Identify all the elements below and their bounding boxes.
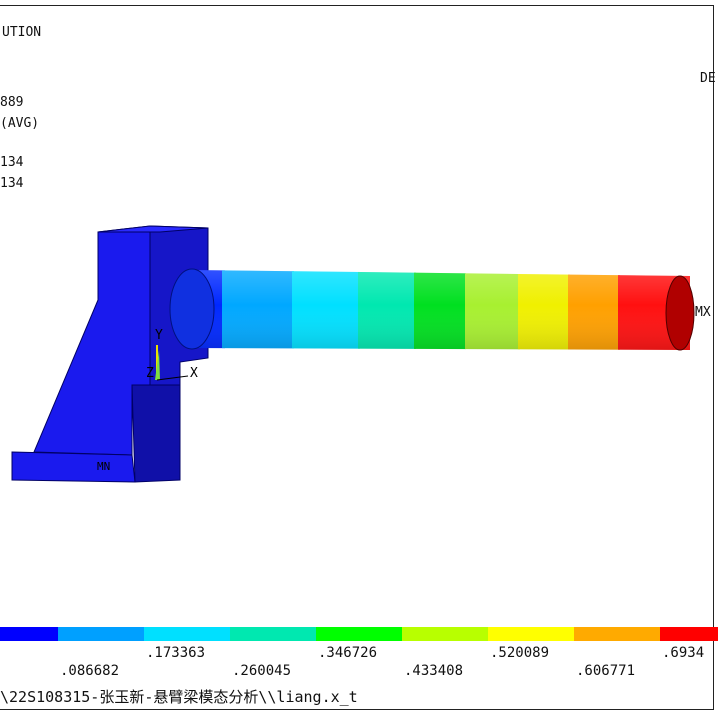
legend-band-4 — [230, 627, 316, 641]
fe-model-plot[interactable] — [0, 0, 718, 719]
legend-band-7 — [488, 627, 574, 641]
legend-tick-lower-2: .260045 — [232, 663, 292, 679]
beam-tip-face — [665, 275, 695, 351]
legend-band-1 — [0, 627, 58, 641]
support-bracket — [11, 225, 209, 483]
axis-y-label: Y — [155, 328, 163, 343]
legend-band-9 — [660, 627, 718, 641]
legend-band-5 — [316, 627, 402, 641]
min-marker: MN — [97, 460, 111, 473]
ansys-graphics-window[interactable]: UTION DE 889 (AVG) 134 134 Y Z X MX MN .… — [0, 0, 718, 719]
max-marker: MX — [695, 305, 711, 320]
legend-band-8 — [574, 627, 660, 641]
legend-tick-lower-4: .606771 — [576, 663, 636, 679]
beam-contour — [190, 270, 690, 350]
legend-band-3 — [144, 627, 230, 641]
axis-x-label: X — [190, 366, 198, 381]
contour-legend-bar — [0, 627, 718, 641]
legend-tick-upper-2: .346726 — [318, 645, 378, 661]
file-path-label: \22S108315-张玉新-悬臂梁模态分析\\liang.x_t — [0, 688, 358, 706]
legend-tick-upper-1: .173363 — [146, 645, 206, 661]
legend-tick-upper-4: .6934 — [662, 645, 705, 661]
legend-tick-upper-3: .520089 — [490, 645, 550, 661]
beam-root-face — [169, 268, 215, 350]
legend-band-6 — [402, 627, 488, 641]
legend-tick-lower-3: .433408 — [404, 663, 464, 679]
legend-band-2 — [58, 627, 144, 641]
axis-z-label: Z — [146, 366, 154, 381]
legend-tick-lower-1: .086682 — [60, 663, 120, 679]
